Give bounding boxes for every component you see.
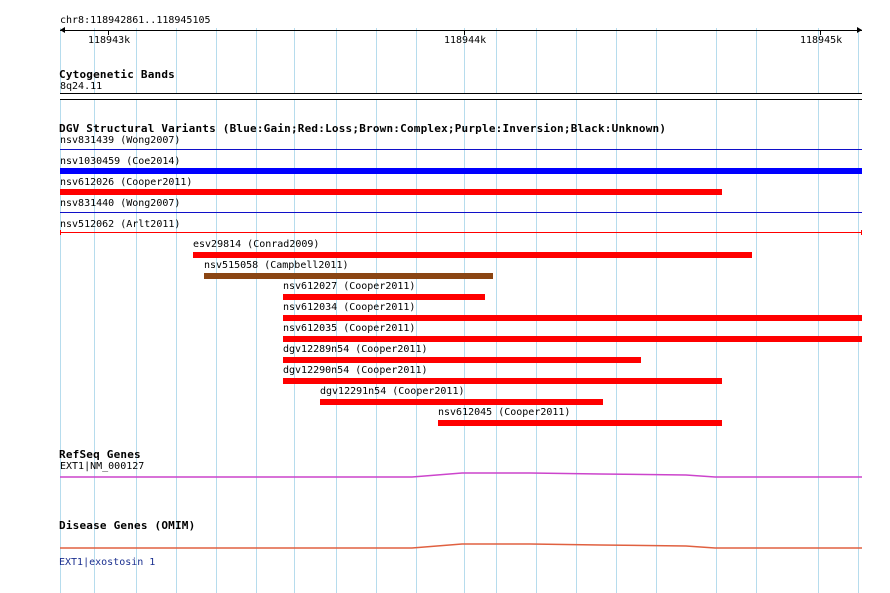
feature-label: nsv512062 (Arlt2011) bbox=[60, 219, 181, 230]
disease-gene-link[interactable]: EXT1|exostosin 1 bbox=[59, 557, 155, 569]
feature-bar bbox=[283, 336, 862, 342]
cytoband-bar[interactable] bbox=[60, 93, 862, 100]
feature-label: nsv612034 (Cooper2011) bbox=[283, 302, 416, 313]
feature-bar bbox=[283, 378, 722, 384]
ruler-left-arrow bbox=[60, 27, 65, 33]
feature-label: nsv612026 (Cooper2011) bbox=[60, 177, 193, 188]
feature-line bbox=[60, 212, 862, 213]
track-title-dgv[interactable]: DGV Structural Variants (Blue:Gain;Red:L… bbox=[59, 122, 666, 135]
feature-line bbox=[60, 232, 862, 233]
track-title-disease[interactable]: Disease Genes (OMIM) bbox=[59, 519, 195, 532]
ruler-tick-label: 118943k bbox=[88, 35, 131, 46]
ruler-right-arrow bbox=[857, 27, 862, 33]
feature-bar bbox=[193, 252, 752, 258]
ruler-tick-label: 118944k bbox=[444, 35, 487, 46]
feature-bar bbox=[283, 357, 641, 363]
track-title-cytoband[interactable]: Cytogenetic Bands bbox=[59, 68, 175, 81]
feature-label: esv29814 (Conrad2009) bbox=[193, 239, 320, 250]
feature-label: nsv1030459 (Coe2014) bbox=[60, 156, 181, 167]
ruler-tick-label: 118945k bbox=[800, 35, 843, 46]
ruler-axis bbox=[60, 30, 862, 31]
feature-bar bbox=[438, 420, 722, 426]
feature-label: nsv515058 (Campbell2011) bbox=[204, 260, 349, 271]
feature-label: nsv612035 (Cooper2011) bbox=[283, 323, 416, 334]
feature-bar bbox=[60, 168, 862, 174]
feature-bar bbox=[60, 189, 722, 195]
feature-label: dgv12289n54 (Cooper2011) bbox=[283, 344, 428, 355]
feature-label: dgv12290n54 (Cooper2011) bbox=[283, 365, 428, 376]
track-title-refseq[interactable]: RefSeq Genes bbox=[59, 448, 141, 461]
feature-label: nsv612027 (Cooper2011) bbox=[283, 281, 416, 292]
feature-bar bbox=[283, 294, 485, 300]
feature-bar bbox=[204, 273, 493, 279]
feature-label: dgv12291n54 (Cooper2011) bbox=[320, 386, 465, 397]
gene-model-refseq bbox=[60, 472, 862, 478]
gene-model-disease bbox=[60, 543, 862, 549]
feature-end-tick bbox=[861, 230, 862, 235]
feature-line bbox=[60, 149, 862, 150]
feature-label: nsv831440 (Wong2007) bbox=[60, 198, 181, 209]
cytoband-label[interactable]: 8q24.11 bbox=[60, 81, 102, 93]
feature-label: nsv831439 (Wong2007) bbox=[60, 135, 181, 146]
feature-end-tick bbox=[60, 230, 61, 235]
feature-bar bbox=[283, 315, 862, 321]
position-label: chr8:118942861..118945105 bbox=[60, 15, 211, 26]
feature-bar bbox=[320, 399, 603, 405]
feature-label: nsv612045 (Cooper2011) bbox=[438, 407, 571, 418]
